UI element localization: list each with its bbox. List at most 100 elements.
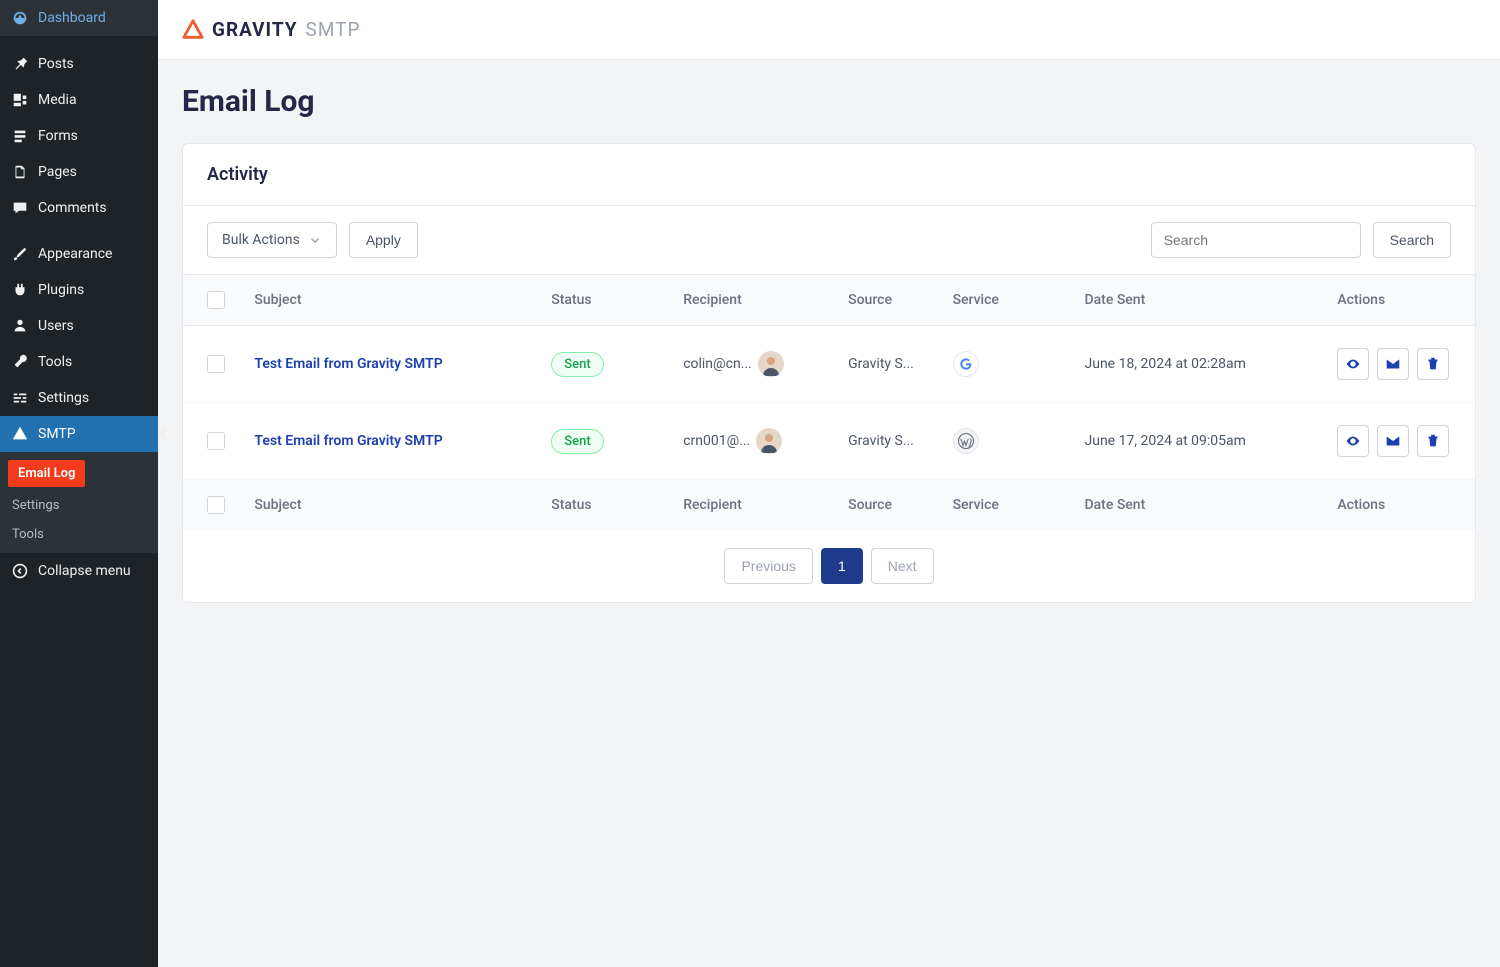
sidebar-label: Pages (38, 164, 77, 180)
sidebar-item-dashboard[interactable]: Dashboard (0, 0, 158, 36)
bulk-actions-label: Bulk Actions (222, 232, 300, 248)
sliders-icon (10, 388, 30, 408)
sidebar-item-users[interactable]: Users (0, 308, 158, 344)
sidebar: Dashboard Posts Media Forms Pages Commen… (0, 0, 158, 967)
row-checkbox[interactable] (207, 355, 225, 373)
eye-icon (1344, 432, 1362, 450)
page-1-button[interactable]: 1 (821, 548, 863, 584)
card-header: Activity (183, 144, 1475, 206)
gravity-logo-icon (182, 19, 204, 41)
th-date[interactable]: Date Sent (1073, 275, 1326, 326)
sidebar-item-media[interactable]: Media (0, 82, 158, 118)
tf-subject[interactable]: Subject (242, 480, 539, 531)
sidebar-label: Collapse menu (38, 563, 131, 579)
resend-button[interactable] (1377, 425, 1409, 457)
sidebar-item-posts[interactable]: Posts (0, 46, 158, 82)
trash-icon (1424, 355, 1442, 373)
media-icon (10, 90, 30, 110)
sidebar-item-settings[interactable]: Settings (0, 380, 158, 416)
pages-icon (10, 162, 30, 182)
logo: GRAVITY SMTP (182, 18, 360, 41)
sidebar-item-collapse[interactable]: Collapse menu (0, 553, 158, 589)
tf-recipient[interactable]: Recipient (671, 480, 836, 531)
search-input[interactable] (1151, 222, 1361, 258)
apply-button[interactable]: Apply (349, 222, 418, 258)
sidebar-item-smtp[interactable]: SMTP (0, 416, 158, 452)
submenu-item-settings[interactable]: Settings (0, 491, 158, 520)
gravity-icon (10, 424, 30, 444)
status-badge: Sent (551, 429, 603, 454)
page-title: Email Log (182, 84, 1476, 119)
google-service-icon (953, 351, 979, 377)
tf-date[interactable]: Date Sent (1073, 480, 1326, 531)
tf-source[interactable]: Source (836, 480, 940, 531)
sidebar-label: SMTP (38, 426, 76, 442)
sidebar-label: Users (38, 318, 74, 334)
eye-icon (1344, 355, 1362, 373)
toolbar: Bulk Actions Apply Search (183, 206, 1475, 275)
select-all-checkbox[interactable] (207, 291, 225, 309)
status-badge: Sent (551, 352, 603, 377)
th-actions: Actions (1325, 275, 1475, 326)
sidebar-item-appearance[interactable]: Appearance (0, 236, 158, 272)
submenu-item-email-log[interactable]: Email Log (8, 460, 85, 487)
th-recipient[interactable]: Recipient (671, 275, 836, 326)
bulk-actions-dropdown[interactable]: Bulk Actions (207, 222, 337, 258)
card-title: Activity (207, 164, 1451, 185)
th-service[interactable]: Service (941, 275, 1073, 326)
search-button[interactable]: Search (1373, 222, 1451, 258)
page: Email Log Activity Bulk Actions Apply Se… (158, 60, 1500, 627)
avatar (758, 351, 784, 377)
select-all-checkbox-bottom[interactable] (207, 496, 225, 514)
sidebar-label: Forms (38, 128, 78, 144)
sidebar-label: Posts (38, 56, 74, 72)
email-log-table: Subject Status Recipient Source Service … (183, 275, 1475, 530)
sidebar-item-plugins[interactable]: Plugins (0, 272, 158, 308)
subject-link[interactable]: Test Email from Gravity SMTP (254, 356, 442, 372)
th-subject[interactable]: Subject (242, 275, 539, 326)
sidebar-item-tools[interactable]: Tools (0, 344, 158, 380)
table-header-row: Subject Status Recipient Source Service … (183, 275, 1475, 326)
wordpress-service-icon (953, 428, 979, 454)
view-button[interactable] (1337, 425, 1369, 457)
avatar (756, 428, 782, 454)
dashboard-icon (10, 8, 30, 28)
mail-icon (1384, 355, 1402, 373)
pagination: Previous 1 Next (183, 530, 1475, 602)
wrench-icon (10, 352, 30, 372)
recipient-text: crn001@... (683, 433, 750, 449)
tf-actions: Actions (1325, 480, 1475, 531)
table-footer-row: Subject Status Recipient Source Service … (183, 480, 1475, 531)
previous-button[interactable]: Previous (724, 548, 812, 584)
activity-card: Activity Bulk Actions Apply Search Subje… (182, 143, 1476, 603)
chevron-down-icon (308, 233, 322, 247)
comments-icon (10, 198, 30, 218)
th-status[interactable]: Status (539, 275, 671, 326)
tf-service[interactable]: Service (941, 480, 1073, 531)
delete-button[interactable] (1417, 425, 1449, 457)
sidebar-label: Comments (38, 200, 107, 216)
submenu-item-tools[interactable]: Tools (0, 520, 158, 549)
sidebar-item-pages[interactable]: Pages (0, 154, 158, 190)
resend-button[interactable] (1377, 348, 1409, 380)
sidebar-item-comments[interactable]: Comments (0, 190, 158, 226)
tf-status[interactable]: Status (539, 480, 671, 531)
row-checkbox[interactable] (207, 432, 225, 450)
table-row: Test Email from Gravity SMTP Sent crn001… (183, 403, 1475, 480)
delete-button[interactable] (1417, 348, 1449, 380)
sidebar-item-forms[interactable]: Forms (0, 118, 158, 154)
next-button[interactable]: Next (871, 548, 934, 584)
source-text: Gravity S... (836, 326, 940, 403)
plug-icon (10, 280, 30, 300)
date-text: June 17, 2024 at 09:05am (1073, 403, 1326, 480)
trash-icon (1424, 432, 1442, 450)
topbar: GRAVITY SMTP (158, 0, 1500, 60)
main: GRAVITY SMTP Email Log Activity Bulk Act… (158, 0, 1500, 967)
submenu: Email Log Settings Tools (0, 452, 158, 553)
source-text: Gravity S... (836, 403, 940, 480)
th-source[interactable]: Source (836, 275, 940, 326)
subject-link[interactable]: Test Email from Gravity SMTP (254, 433, 442, 449)
recipient-text: colin@cn... (683, 356, 752, 372)
view-button[interactable] (1337, 348, 1369, 380)
brush-icon (10, 244, 30, 264)
